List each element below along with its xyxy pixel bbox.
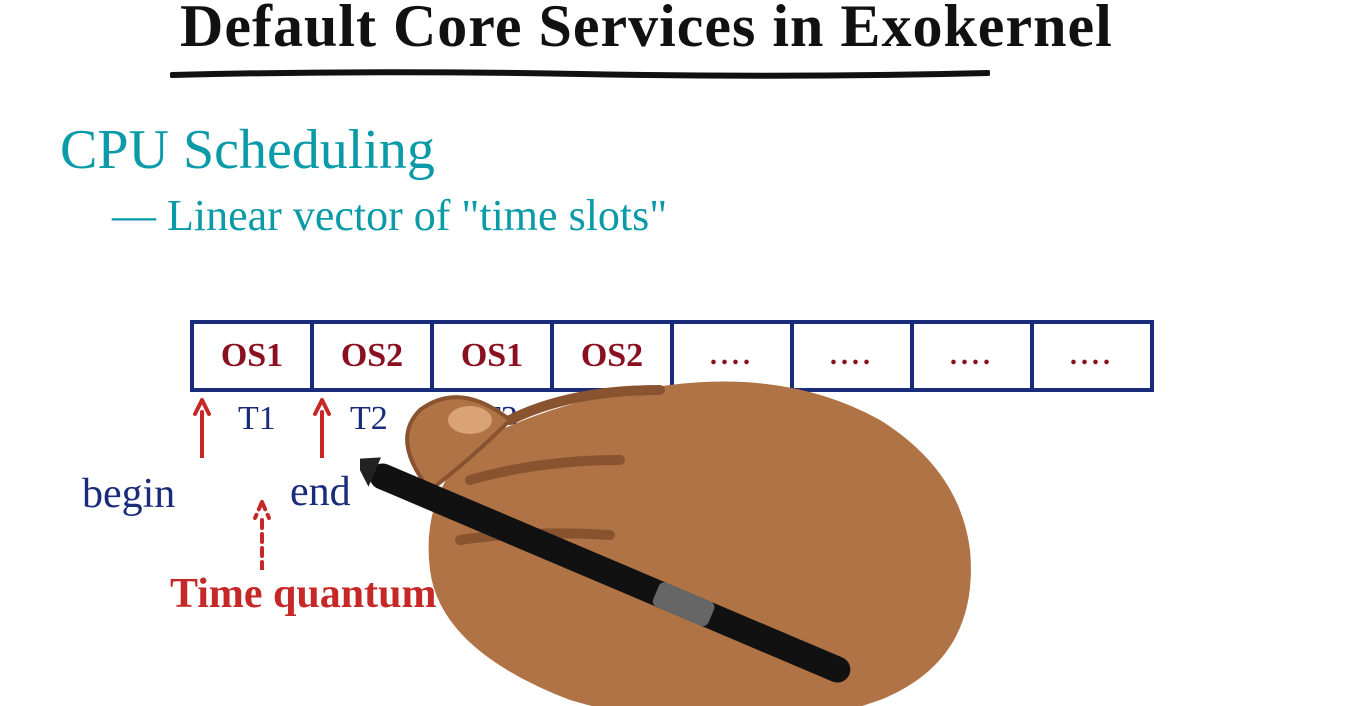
time-label-t2: T2 — [350, 400, 388, 438]
label-begin: begin — [82, 470, 175, 518]
page-title: Default Core Services in Exokernel — [180, 0, 1113, 61]
slot-4: OS2 — [550, 320, 670, 392]
time-slot-vector: OS1 OS2 OS1 OS2 .... .... .... .... — [190, 320, 1154, 392]
bullet-linear-vector: — Linear vector of "time slots" — [112, 190, 667, 241]
slot-5: .... — [670, 320, 790, 392]
arrow-begin-icon — [192, 398, 212, 458]
slot-6: .... — [790, 320, 910, 392]
slot-2: OS2 — [310, 320, 430, 392]
title-underline — [170, 66, 990, 76]
label-end: end — [290, 468, 351, 516]
subheading-cpu-scheduling: CPU Scheduling — [60, 118, 435, 182]
arrow-time-quantum-icon — [252, 500, 272, 570]
label-time-quantum: Time quantum — [170, 570, 436, 618]
time-label-t4: T4 — [600, 400, 638, 438]
time-labels-row: T1 T2 T3 T4 — [190, 400, 1150, 440]
slot-3: OS1 — [430, 320, 550, 392]
time-label-t1: T1 — [238, 400, 276, 438]
arrow-end-icon — [312, 398, 332, 458]
slot-7: .... — [910, 320, 1030, 392]
time-label-t3: T3 — [480, 400, 518, 438]
slot-1: OS1 — [190, 320, 310, 392]
slot-8: .... — [1030, 320, 1154, 392]
